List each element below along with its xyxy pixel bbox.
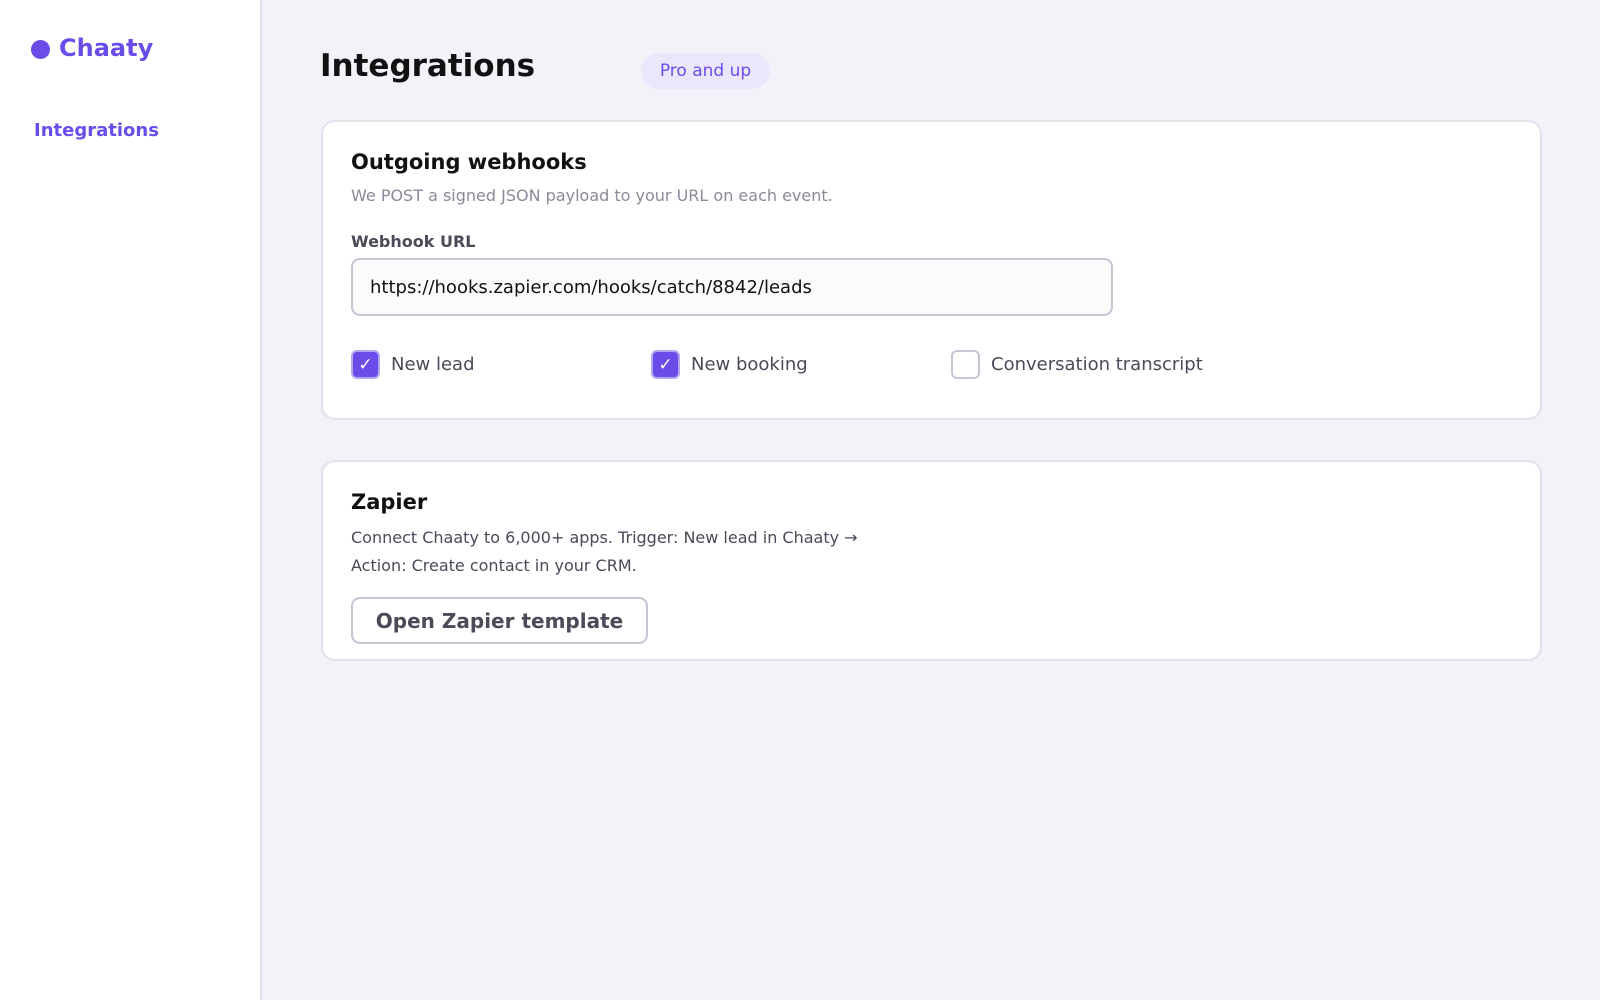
brand-logo[interactable]: Chaaty bbox=[31, 34, 153, 62]
conversation-transcript-label: Conversation transcript bbox=[991, 354, 1203, 375]
event-conversation-transcript[interactable]: Conversation transcript bbox=[951, 350, 1203, 379]
new-lead-checkbox[interactable]: ✓ bbox=[351, 350, 380, 379]
webhook-url-input[interactable] bbox=[351, 258, 1113, 316]
new-booking-label: New booking bbox=[691, 354, 808, 375]
brand-dot-icon bbox=[31, 39, 50, 59]
webhooks-description: We POST a signed JSON payload to your UR… bbox=[351, 186, 833, 205]
zapier-card: Zapier Connect Chaaty to 6,000+ apps. Tr… bbox=[321, 460, 1542, 661]
webhooks-card: Outgoing webhooks We POST a signed JSON … bbox=[321, 120, 1542, 420]
brand-name: Chaaty bbox=[59, 34, 154, 62]
new-booking-checkbox[interactable]: ✓ bbox=[651, 350, 680, 379]
open-zapier-template-button[interactable]: Open Zapier template bbox=[351, 597, 648, 644]
zapier-description: Connect Chaaty to 6,000+ apps. Trigger: … bbox=[351, 528, 858, 575]
plan-badge: Pro and up bbox=[641, 53, 770, 89]
webhooks-title: Outgoing webhooks bbox=[351, 150, 587, 174]
event-new-booking[interactable]: ✓ New booking bbox=[651, 350, 808, 379]
zapier-title: Zapier bbox=[351, 490, 428, 514]
sidebar-item-integrations[interactable]: Integrations bbox=[34, 120, 159, 141]
sidebar: Chaaty Integrations bbox=[0, 0, 262, 1000]
conversation-transcript-checkbox[interactable] bbox=[951, 350, 980, 379]
main-content: Integrations Pro and up Outgoing webhook… bbox=[262, 0, 1600, 1000]
new-lead-label: New lead bbox=[391, 354, 475, 375]
page-title: Integrations bbox=[320, 48, 536, 84]
event-new-lead[interactable]: ✓ New lead bbox=[351, 350, 475, 379]
webhook-url-label: Webhook URL bbox=[351, 232, 476, 251]
